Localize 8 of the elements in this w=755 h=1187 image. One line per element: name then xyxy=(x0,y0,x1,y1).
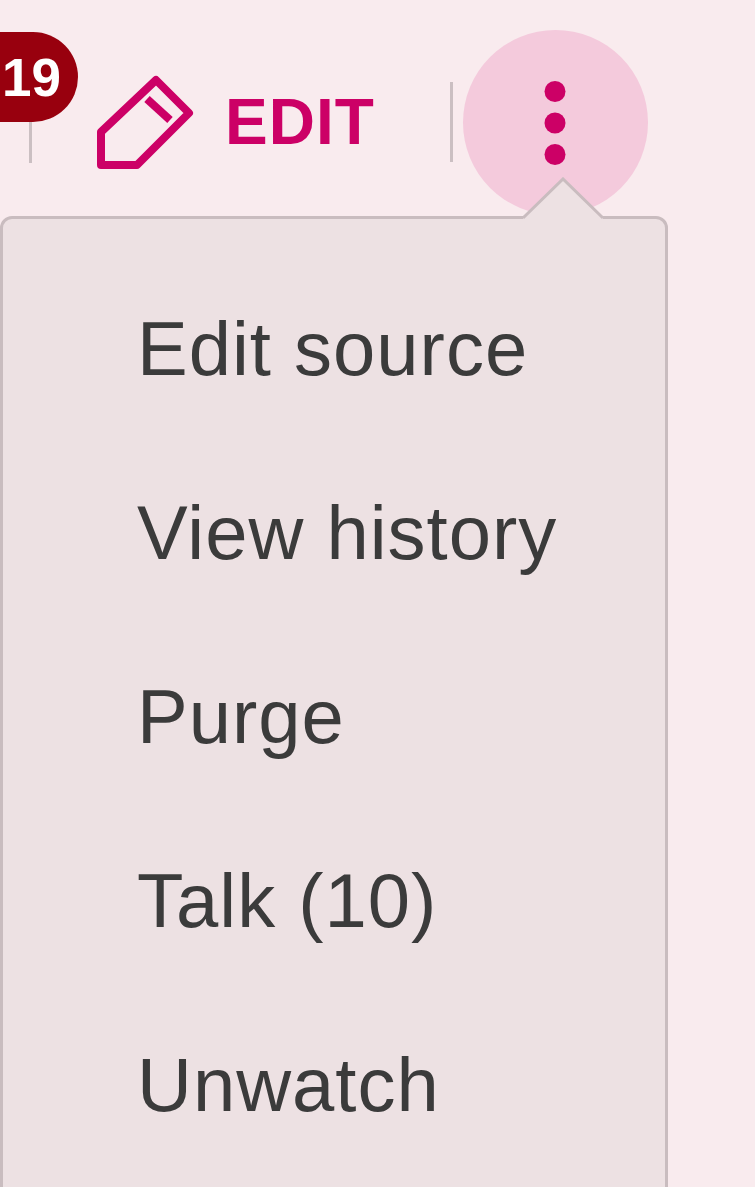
menu-item[interactable]: Talk (10) xyxy=(137,858,438,943)
menu-item[interactable]: Unwatch xyxy=(137,1042,440,1127)
menu-item[interactable]: View history xyxy=(137,490,558,575)
more-icon xyxy=(544,80,567,165)
menu-item[interactable]: Purge xyxy=(137,674,345,759)
notification-badge: 19 xyxy=(0,32,78,122)
menu-item[interactable]: Edit source xyxy=(137,306,529,391)
edit-button[interactable]: EDIT xyxy=(95,70,383,174)
